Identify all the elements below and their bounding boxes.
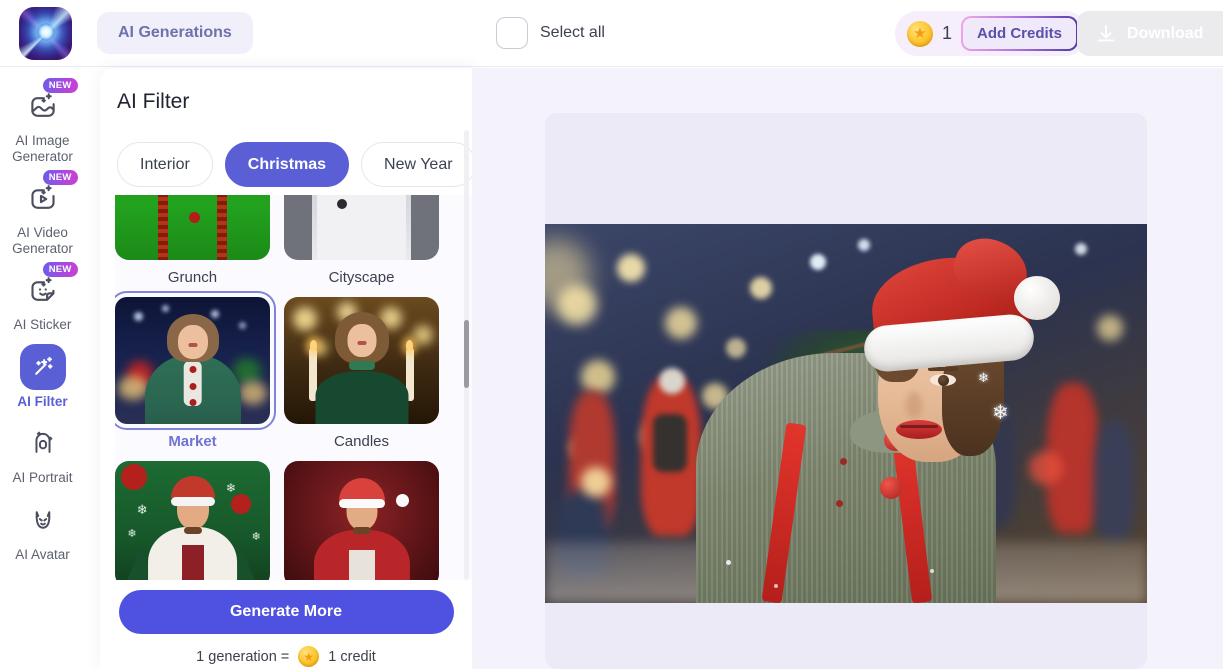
style-card-candles[interactable]: Candles bbox=[284, 297, 439, 453]
thumbnail-art: ❄ ❄ ❄ ❄ bbox=[115, 461, 270, 588]
cat-avatar-icon bbox=[35, 510, 50, 529]
thumbnail-art bbox=[115, 195, 270, 260]
credits-count: 1 bbox=[942, 23, 953, 43]
download-label: Download bbox=[1127, 24, 1204, 42]
style-grid-scrollbar-track[interactable] bbox=[464, 130, 469, 580]
style-label: Candles bbox=[333, 433, 390, 450]
thumbnail-art bbox=[284, 461, 439, 588]
app-logo-icon[interactable] bbox=[19, 7, 72, 60]
nav-icon-wrap: NEW bbox=[17, 78, 78, 127]
sidebar-item-ai-sticker[interactable]: NEW AI Sticker bbox=[0, 262, 85, 333]
sticker-face-icon bbox=[30, 277, 54, 301]
style-card-cityscape[interactable]: Cityscape bbox=[284, 195, 439, 289]
thumbnail-art bbox=[115, 297, 270, 424]
sidebar-item-ai-avatar[interactable]: AI Avatar bbox=[0, 499, 85, 563]
sidebar-item-ai-portrait[interactable]: AI Portrait bbox=[0, 422, 85, 486]
generated-image: ❄ ❄ bbox=[545, 224, 1147, 603]
magic-wand-icon bbox=[34, 356, 53, 375]
sidebar-item-label: AI Filter bbox=[17, 393, 68, 409]
generated-image-card[interactable]: ❄ ❄ bbox=[545, 113, 1147, 669]
badge-new: NEW bbox=[42, 78, 78, 93]
label-line-2: Generator bbox=[12, 240, 73, 256]
label-line-2: Generator bbox=[12, 148, 73, 164]
left-sidebar: NEW AI Image Generator NEW AI Video Gene… bbox=[0, 67, 85, 669]
nav-icon-wrap bbox=[17, 343, 69, 390]
style-thumbnail bbox=[115, 291, 276, 430]
nav-icon-wrap: NEW bbox=[17, 262, 78, 311]
filter-category-tabs: Interior Christmas New Year bbox=[117, 142, 472, 187]
label-line-1: AI Image bbox=[15, 133, 70, 148]
style-label: Market bbox=[168, 433, 217, 450]
add-credits-label: Add Credits bbox=[977, 25, 1063, 42]
badge-new: NEW bbox=[42, 262, 78, 277]
ai-generations-tab[interactable]: AI Generations bbox=[97, 12, 253, 54]
credit-note: 1 generation = ★ 1 credit bbox=[196, 646, 376, 667]
sidebar-item-label: AI Sticker bbox=[13, 317, 72, 332]
sidebar-item-label: AI Avatar bbox=[15, 546, 70, 562]
generate-more-button[interactable]: Generate More bbox=[118, 590, 454, 634]
style-thumbnail bbox=[284, 297, 439, 424]
ai-filter-panel: AI Filter Interior Christmas New Year Gr… bbox=[100, 68, 472, 669]
select-all-control[interactable]: Select all bbox=[496, 17, 605, 49]
tab-interior[interactable]: Interior bbox=[117, 142, 213, 187]
coin-icon: ★ bbox=[298, 646, 320, 667]
sidebar-item-ai-video-generator[interactable]: NEW AI Video Generator bbox=[0, 170, 85, 256]
style-grid: Grunch Cityscape Market Candles ❄ ❄ ❄ ❄ bbox=[115, 195, 455, 617]
style-thumbnail bbox=[115, 195, 270, 260]
image-sparkle-icon bbox=[30, 93, 55, 117]
top-bar: AI Generations Select all ★ 1 Add Credit… bbox=[0, 0, 1223, 67]
sidebar-item-label: AI Video Generator bbox=[12, 225, 73, 256]
video-play-sparkle-icon bbox=[30, 185, 55, 209]
tab-label: New Year bbox=[384, 155, 453, 173]
style-grid-scrollbar-thumb[interactable] bbox=[464, 320, 469, 388]
label-line-1: AI Video bbox=[17, 225, 68, 240]
ai-generations-label: AI Generations bbox=[118, 24, 232, 41]
badge-new: NEW bbox=[42, 170, 78, 185]
generate-more-label: Generate More bbox=[229, 603, 343, 620]
coin-icon: ★ bbox=[907, 20, 933, 47]
nav-icon-wrap bbox=[17, 422, 69, 464]
tab-label: Christmas bbox=[247, 155, 327, 173]
add-credits-button[interactable]: Add Credits bbox=[961, 16, 1078, 51]
style-thumbnail bbox=[284, 461, 439, 588]
sidebar-item-ai-image-generator[interactable]: NEW AI Image Generator bbox=[0, 78, 85, 164]
thumbnail-art bbox=[284, 195, 439, 260]
preview-canvas: ❄ ❄ bbox=[472, 68, 1223, 669]
logo-core-icon bbox=[37, 23, 54, 41]
panel-title: AI Filter bbox=[117, 90, 190, 113]
credit-note-prefix: 1 generation = bbox=[196, 648, 290, 665]
style-thumbnail bbox=[284, 195, 439, 260]
select-all-checkbox[interactable] bbox=[496, 17, 528, 49]
nav-icon-wrap: NEW bbox=[17, 170, 78, 219]
sidebar-item-label: AI Image Generator bbox=[12, 133, 73, 164]
tab-christmas[interactable]: Christmas bbox=[224, 142, 350, 187]
panel-footer: Generate More 1 generation = ★ 1 credit bbox=[100, 580, 472, 669]
tab-new-year[interactable]: New Year bbox=[361, 142, 472, 187]
style-thumbnail: ❄ ❄ ❄ ❄ bbox=[115, 461, 270, 588]
style-label: Cityscape bbox=[328, 269, 395, 286]
app-root: AI Generations Select all ★ 1 Add Credit… bbox=[0, 0, 1223, 669]
style-label: Grunch bbox=[167, 269, 218, 286]
tab-label: Interior bbox=[140, 155, 190, 173]
portrait-frame-icon bbox=[34, 431, 52, 453]
nav-icon-wrap bbox=[17, 499, 69, 541]
sidebar-item-label: AI Portrait bbox=[12, 470, 73, 485]
credit-note-suffix: 1 credit bbox=[328, 648, 376, 665]
thumbnail-art bbox=[284, 297, 439, 424]
sidebar-item-ai-filter[interactable]: AI Filter bbox=[0, 343, 85, 410]
select-all-label: Select all bbox=[540, 24, 605, 41]
download-icon bbox=[1097, 24, 1115, 41]
style-card-market[interactable]: Market bbox=[115, 291, 276, 453]
download-button[interactable]: Download bbox=[1077, 11, 1223, 56]
style-card-grunch[interactable]: Grunch bbox=[115, 195, 270, 289]
credits-widget: ★ 1 Add Credits bbox=[895, 11, 1089, 56]
